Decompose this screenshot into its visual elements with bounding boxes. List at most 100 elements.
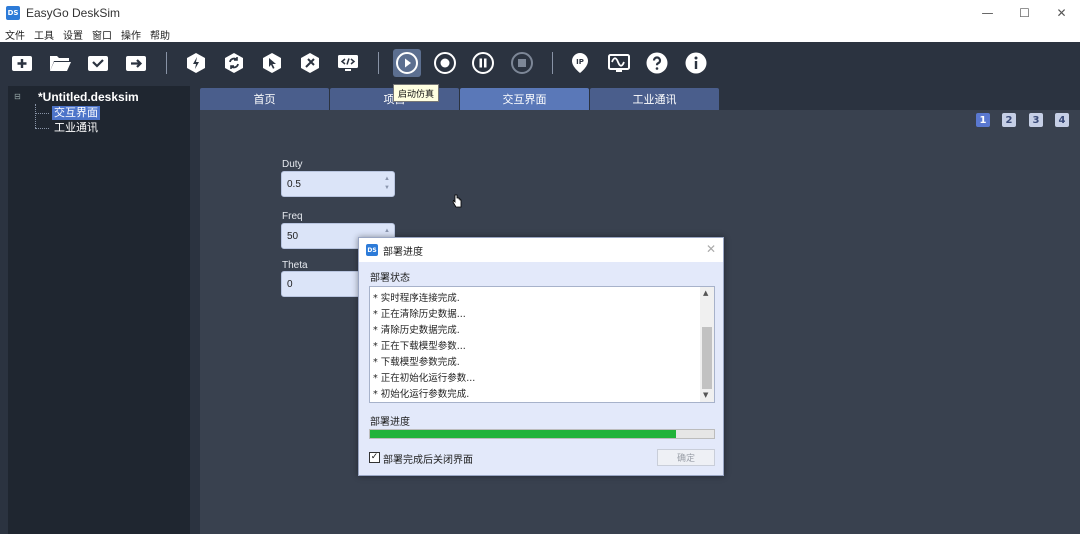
close-on-complete-checkbox[interactable]: ✓ (369, 452, 380, 463)
save-icon (88, 56, 108, 71)
new-file-icon (12, 56, 32, 71)
app-logo-icon: DS (366, 244, 378, 256)
duty-spinbox[interactable]: 0.5 ▲ ▼ (281, 171, 395, 197)
tree-collapse-icon[interactable]: ⊟ (14, 92, 21, 101)
window-title: EasyGo DeskSim (26, 6, 121, 20)
toolbar-separator (166, 52, 167, 74)
tree-item-industrial-comm[interactable]: 工业通讯 (52, 121, 100, 135)
start-simulation-button[interactable] (393, 49, 421, 77)
log-line: * 实时程序连接完成. (373, 293, 460, 304)
save-button[interactable] (84, 49, 112, 77)
freq-value: 50 (287, 230, 299, 242)
deploy-progress-dialog: DS 部署进度 ✕ 部署状态 * 实时程序连接完成. * 正在清除历史数据...… (358, 237, 724, 476)
help-icon (646, 52, 668, 74)
menu-help[interactable]: 帮助 (150, 27, 170, 42)
app-logo-icon: DS (6, 6, 20, 20)
minimize-button[interactable]: — (969, 0, 1006, 26)
tab-home[interactable]: 首页 (200, 88, 329, 110)
code-button[interactable] (334, 49, 362, 77)
page-button-1[interactable]: 1 (976, 113, 990, 127)
export-button[interactable] (122, 49, 150, 77)
deploy-log[interactable]: * 实时程序连接完成. * 正在清除历史数据... * 清除历史数据完成. * … (369, 286, 715, 403)
deploy-progress-heading: 部署进度 (370, 417, 410, 428)
log-line: * 正在初始化运行参数... (373, 373, 476, 384)
page-button-3[interactable]: 3 (1029, 113, 1043, 127)
help-button[interactable] (643, 49, 671, 77)
stop-button[interactable] (508, 49, 536, 77)
dialog-close-icon[interactable]: ✕ (706, 242, 716, 256)
maximize-button[interactable]: ☐ (1006, 0, 1043, 26)
page-button-4[interactable]: 4 (1055, 113, 1069, 127)
tree-line (35, 104, 36, 128)
menu-operate[interactable]: 操作 (121, 27, 141, 42)
record-button[interactable] (431, 49, 459, 77)
dialog-title: 部署进度 (383, 246, 423, 258)
connect-button[interactable] (296, 49, 324, 77)
open-folder-button[interactable] (46, 49, 74, 77)
menu-settings[interactable]: 设置 (63, 27, 83, 42)
title-bar: DS EasyGo DeskSim — ☐ ✕ (0, 0, 1080, 26)
duty-label: Duty (282, 159, 303, 170)
scroll-up-icon[interactable]: ▲ (703, 289, 708, 297)
duty-value: 0.5 (287, 178, 301, 190)
deploy-status-heading: 部署状态 (370, 273, 410, 284)
toolbar-separator (378, 52, 379, 74)
theta-label: Theta (282, 260, 308, 271)
hexagon-lightning-icon (187, 53, 205, 73)
close-on-complete-label[interactable]: 部署完成后关闭界面 (383, 451, 473, 466)
code-monitor-icon (338, 55, 358, 71)
close-button[interactable]: ✕ (1043, 0, 1080, 26)
tree-line (35, 128, 49, 129)
tree-item-interactive-ui[interactable]: 交互界面 (52, 106, 100, 120)
refresh-button[interactable] (220, 49, 248, 77)
stop-icon (511, 52, 533, 74)
tab-interactive-ui[interactable]: 交互界面 (460, 88, 589, 110)
tooltip: 启动仿真 (393, 84, 439, 102)
page-button-2[interactable]: 2 (1002, 113, 1016, 127)
select-button[interactable] (258, 49, 286, 77)
hexagon-refresh-icon (225, 53, 243, 73)
window-controls: — ☐ ✕ (969, 0, 1080, 26)
progress-fill (370, 430, 677, 438)
toolbar-separator (552, 52, 553, 74)
log-scrollbar[interactable]: ▲ ▼ (700, 287, 714, 402)
tree-root-project[interactable]: *Untitled.desksim (38, 90, 139, 104)
ip-settings-button[interactable]: IP (566, 49, 594, 77)
log-line: * 清除历史数据完成. (373, 325, 460, 336)
hexagon-connect-icon (301, 53, 319, 73)
scroll-down-icon[interactable]: ▼ (703, 391, 708, 399)
theta-value: 0 (287, 278, 293, 290)
spin-arrows-icon[interactable]: ▲▼ (384, 175, 390, 193)
pause-button[interactable] (469, 49, 497, 77)
oscilloscope-icon (608, 54, 630, 72)
tab-industrial-comm[interactable]: 工业通讯 (590, 88, 719, 110)
info-icon (685, 52, 707, 74)
log-line: * 初始化运行参数完成. (373, 389, 470, 400)
log-line: * 正在下载模型参数... (373, 341, 466, 352)
scrollbar-thumb[interactable] (702, 327, 712, 389)
ok-button[interactable]: 确定 (657, 449, 715, 466)
scope-button[interactable] (605, 49, 633, 77)
menu-tools[interactable]: 工具 (34, 27, 54, 42)
freq-label: Freq (282, 211, 303, 222)
dialog-title-bar: DS 部署进度 ✕ (359, 238, 723, 262)
menu-window[interactable]: 窗口 (92, 27, 112, 42)
record-icon (434, 52, 456, 74)
tree-line (35, 113, 49, 114)
hand-cursor-icon (452, 194, 462, 208)
new-file-button[interactable] (8, 49, 36, 77)
log-line: * 正在清除历史数据... (373, 309, 466, 320)
log-line: * 下载模型参数完成. (373, 357, 460, 368)
menu-bar: 文件 工具 设置 窗口 操作 帮助 (0, 26, 1080, 42)
toolbar: IP (0, 42, 1080, 84)
export-icon (126, 56, 146, 71)
pause-icon (472, 52, 494, 74)
open-folder-icon (50, 56, 71, 71)
build-button[interactable] (182, 49, 210, 77)
hexagon-cursor-icon (263, 53, 281, 73)
play-icon (396, 52, 418, 74)
info-button[interactable] (682, 49, 710, 77)
menu-file[interactable]: 文件 (5, 27, 25, 42)
deploy-progress-bar (369, 429, 715, 439)
ip-pin-icon: IP (572, 53, 588, 73)
